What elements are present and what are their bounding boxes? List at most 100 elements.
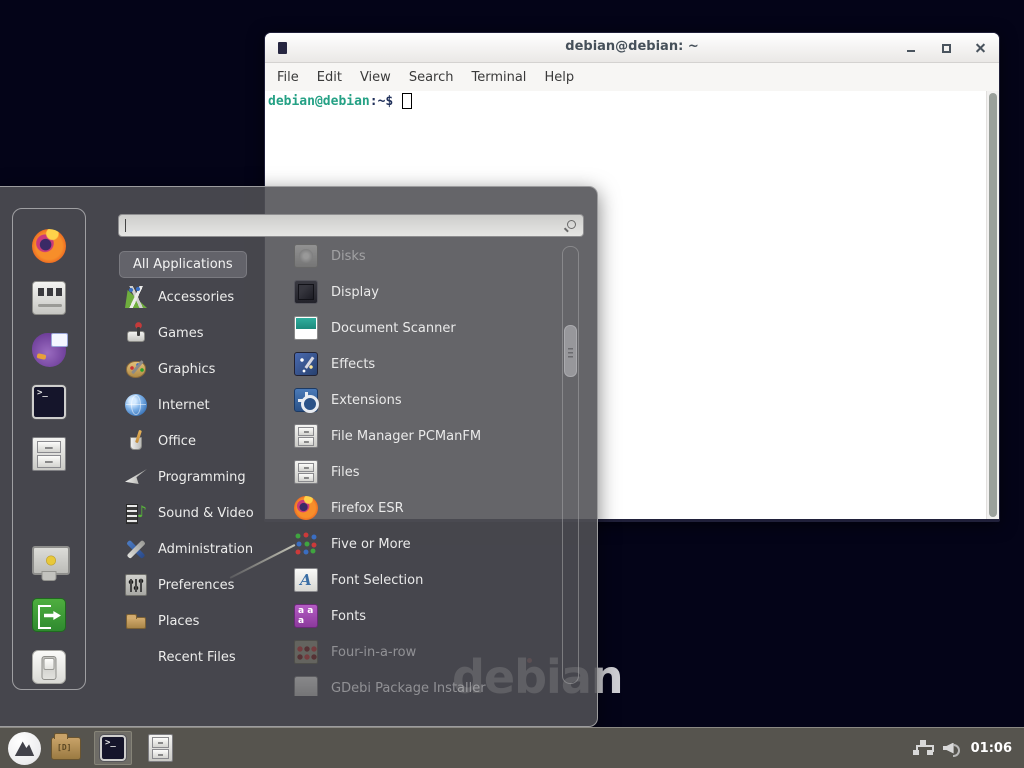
menubar-item-file[interactable]: File [268, 65, 308, 90]
places-icon [125, 610, 147, 632]
app-item-effects[interactable]: Effects [284, 346, 560, 382]
window-title: debian@debian: ~ [265, 39, 999, 54]
favorite-firefox-button[interactable] [32, 229, 66, 263]
category-item-places[interactable]: Places [119, 603, 283, 639]
effects-icon [294, 352, 318, 376]
category-label: Graphics [158, 362, 215, 377]
lock-screen-icon [32, 546, 66, 580]
app-item-font-selection[interactable]: Font Selection [284, 562, 560, 598]
maximize-button[interactable] [938, 41, 954, 56]
category-label: Accessories [158, 290, 234, 305]
app-label: Firefox ESR [331, 501, 404, 516]
app-item-extensions[interactable]: Extensions [284, 382, 560, 418]
shutdown-button[interactable] [32, 650, 66, 684]
menubar-item-terminal[interactable]: Terminal [462, 65, 535, 90]
extensions-icon [294, 388, 318, 412]
menu-button[interactable] [8, 732, 41, 765]
app-item-document-scanner[interactable]: Document Scanner [284, 310, 560, 346]
file-cabinet-icon [294, 424, 318, 448]
app-label: Files [331, 465, 360, 480]
fonts-icon [294, 604, 318, 628]
category-label: Programming [158, 470, 246, 485]
clock: 01:06 [971, 741, 1012, 756]
app-list-scrollbar-thumb[interactable] [564, 325, 577, 377]
app-item-disks[interactable]: Disks [284, 238, 560, 274]
category-label: Recent Files [158, 650, 236, 665]
favorite-control-center-button[interactable] [32, 281, 66, 315]
minimize-button[interactable] [903, 41, 919, 56]
app-item-display[interactable]: Display [284, 274, 560, 310]
all-applications-button[interactable]: All Applications [119, 251, 247, 278]
menubar-item-help[interactable]: Help [535, 65, 583, 90]
terminal-icon [100, 735, 126, 761]
menubar-item-view[interactable]: View [351, 65, 400, 90]
category-item-games[interactable]: Games [119, 315, 283, 351]
file-cabinet-icon [32, 437, 66, 471]
app-item-files[interactable]: Files [284, 454, 560, 490]
volume-icon[interactable] [943, 741, 962, 756]
terminal-scrollbar[interactable] [986, 91, 999, 519]
app-label: Disks [331, 249, 366, 264]
terminal-window-button[interactable] [94, 731, 132, 765]
search-box[interactable] [118, 214, 584, 237]
app-item-firefox-esr[interactable]: Firefox ESR [284, 490, 560, 526]
app-label: Extensions [331, 393, 402, 408]
network-icon[interactable] [913, 740, 933, 757]
app-item-four-in-a-row[interactable]: Four-in-a-row [284, 634, 560, 670]
disks-icon [294, 244, 318, 268]
search-input[interactable] [119, 215, 583, 236]
app-label: Five or More [331, 537, 411, 552]
app-label: Display [331, 285, 379, 300]
folder-icon [51, 737, 81, 760]
category-item-preferences[interactable]: Preferences [119, 567, 283, 603]
menubar-item-edit[interactable]: Edit [308, 65, 351, 90]
app-menu: All Applications Accessories Games Graph… [0, 186, 598, 727]
app-label: Effects [331, 357, 375, 372]
shutdown-icon [32, 650, 66, 684]
file-manager-launcher[interactable] [41, 737, 81, 760]
category-label: Places [158, 614, 199, 629]
programming-icon [125, 466, 147, 488]
category-list: Accessories Games Graphics Internet Offi… [119, 279, 283, 675]
favorites-panel [12, 208, 86, 690]
app-label: Four-in-a-row [331, 645, 416, 660]
category-item-programming[interactable]: Programming [119, 459, 283, 495]
category-label: Administration [158, 542, 253, 557]
category-item-accessories[interactable]: Accessories [119, 279, 283, 315]
app-item-fonts[interactable]: Fonts [284, 598, 560, 634]
app-label: Font Selection [331, 573, 423, 588]
category-item-office[interactable]: Office [119, 423, 283, 459]
display-icon [294, 280, 318, 304]
category-item-recent-files[interactable]: Recent Files [119, 639, 283, 675]
favorite-file-manager-button[interactable] [32, 437, 66, 471]
files-launcher[interactable] [148, 734, 173, 762]
close-button[interactable] [972, 41, 988, 56]
category-item-internet[interactable]: Internet [119, 387, 283, 423]
menu-orb-icon [8, 732, 41, 765]
favorite-pidgin-button[interactable] [32, 333, 66, 367]
terminal-titlebar[interactable]: debian@debian: ~ [265, 33, 999, 63]
file-cabinet-icon [294, 460, 318, 484]
app-label: Document Scanner [331, 321, 456, 336]
logout-button[interactable] [32, 598, 66, 632]
application-list: Disks Display Document Scanner Effects E… [284, 238, 560, 696]
desktop: debian debian@debian: ~ File Edit View S… [0, 0, 1024, 768]
sound-video-icon [125, 502, 147, 524]
app-item-five-or-more[interactable]: Five or More [284, 526, 560, 562]
search-icon [567, 220, 576, 229]
category-item-sound-video[interactable]: Sound & Video [119, 495, 283, 531]
administration-icon [125, 538, 147, 560]
terminal-scrollbar-thumb[interactable] [989, 93, 997, 517]
category-label: Internet [158, 398, 210, 413]
firefox-icon [294, 496, 318, 520]
games-icon [125, 322, 147, 344]
app-list-scrollbar[interactable] [562, 246, 579, 684]
favorite-terminal-button[interactable] [32, 385, 66, 419]
menubar-item-search[interactable]: Search [400, 65, 463, 90]
app-item-gdebi-package-installer[interactable]: GDebi Package Installer [284, 670, 560, 696]
graphics-icon [125, 358, 147, 380]
lock-screen-button[interactable] [32, 546, 66, 580]
app-item-file-manager-pcmanfm[interactable]: File Manager PCManFM [284, 418, 560, 454]
category-item-graphics[interactable]: Graphics [119, 351, 283, 387]
pidgin-icon [32, 333, 66, 367]
